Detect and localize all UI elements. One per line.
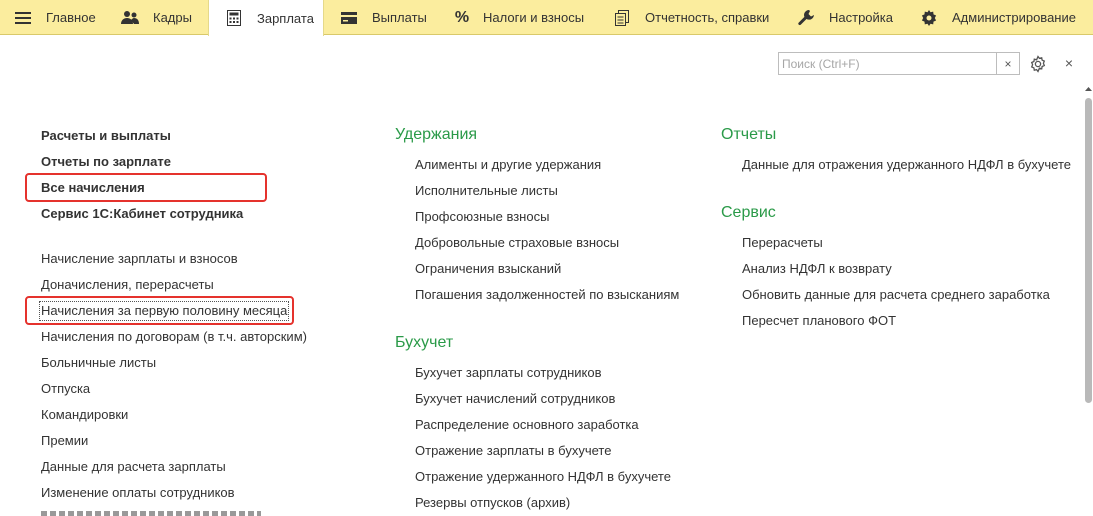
link-vacation-reserves[interactable]: Резервы отпусков (архив)	[415, 495, 570, 511]
menu-item-reports[interactable]: Отчетность, справки	[613, 0, 769, 35]
menu-item-label: Кадры	[153, 10, 192, 25]
section-title-service: Сервис	[721, 204, 776, 221]
search-box: ×	[778, 52, 1020, 75]
link-earnings-distribution[interactable]: Распределение основного заработка	[415, 417, 639, 433]
menu-item-main[interactable]: Главное	[14, 0, 96, 35]
link-vacations[interactable]: Отпуска	[41, 381, 90, 397]
section-title-accounting: Бухучет	[395, 334, 454, 351]
menu-item-settings[interactable]: Настройка	[797, 0, 893, 35]
wrench-icon	[797, 9, 815, 27]
menu-item-label: Отчетность, справки	[645, 10, 770, 25]
link-salary-data[interactable]: Данные для расчета зарплаты	[41, 459, 226, 475]
menu-item-admin[interactable]: Администрирование	[920, 0, 1076, 35]
link-salary-accrual[interactable]: Начисление зарплаты и взносов	[41, 251, 238, 267]
link-writs-of-execution[interactable]: Исполнительные листы	[415, 183, 558, 199]
close-button[interactable]: ×	[1062, 55, 1076, 71]
menu-item-salary[interactable]: Зарплата	[208, 0, 324, 36]
link-alimony[interactable]: Алименты и другие удержания	[415, 157, 601, 173]
menu-item-taxes[interactable]: % Налоги и взносы	[453, 0, 584, 35]
wallet-icon	[340, 9, 358, 27]
link-salary-reflection[interactable]: Отражение зарплаты в бухучете	[415, 443, 611, 459]
link-accruals-accounting[interactable]: Бухучет начислений сотрудников	[415, 391, 615, 407]
link-salary-accounting[interactable]: Бухучет зарплаты сотрудников	[415, 365, 601, 381]
menu-item-label: Настройка	[829, 10, 893, 25]
link-calculations-payments[interactable]: Расчеты и выплаты	[41, 128, 171, 144]
calculator-icon	[225, 9, 243, 27]
menu-item-payments[interactable]: Выплаты	[340, 0, 427, 35]
menu-item-staff[interactable]: Кадры	[121, 0, 192, 35]
percent-icon: %	[454, 8, 470, 26]
search-input[interactable]	[779, 53, 1003, 74]
menu-item-label: Выплаты	[372, 10, 427, 25]
settings-gear-button[interactable]	[1029, 55, 1047, 73]
gear-icon	[1030, 55, 1046, 73]
people-icon	[121, 9, 139, 27]
link-bonuses[interactable]: Премии	[41, 433, 88, 449]
link-planned-payroll-recalc[interactable]: Пересчет планового ФОТ	[742, 313, 896, 329]
link-debt-repayments[interactable]: Погашения задолженностей по взысканиям	[415, 287, 679, 303]
link-ndfl-reflection[interactable]: Отражение удержанного НДФЛ в бухучете	[415, 469, 671, 485]
link-salary-reports[interactable]: Отчеты по зарплате	[41, 154, 171, 170]
cut-off-list-item	[41, 511, 261, 516]
scrollbar-thumb[interactable]	[1085, 98, 1092, 403]
documents-icon	[613, 9, 631, 27]
search-clear-button[interactable]: ×	[996, 53, 1019, 74]
menu-item-label: Налоги и взносы	[483, 10, 585, 25]
link-union-fees[interactable]: Профсоюзные взносы	[415, 209, 549, 225]
section-title-deductions: Удержания	[395, 126, 478, 143]
gear-icon	[920, 9, 938, 27]
link-additional-accruals[interactable]: Доначисления, перерасчеты	[41, 277, 214, 293]
link-contract-accruals[interactable]: Начисления по договорам (в т.ч. авторски…	[41, 329, 307, 345]
scroll-up-arrow-icon[interactable]	[1084, 84, 1093, 94]
link-pay-changes[interactable]: Изменение оплаты сотрудников	[41, 485, 235, 501]
link-ndfl-refund-analysis[interactable]: Анализ НДФЛ к возврату	[742, 261, 892, 277]
hamburger-icon	[14, 9, 32, 27]
link-update-average-earnings[interactable]: Обновить данные для расчета среднего зар…	[742, 287, 1050, 303]
section-title-reports: Отчеты	[721, 126, 777, 143]
highlight-frame-all-accruals	[25, 173, 267, 202]
link-ndfl-reflection-data[interactable]: Данные для отражения удержанного НДФЛ в …	[742, 157, 1071, 173]
link-employee-cabinet-service[interactable]: Сервис 1С:Кабинет сотрудника	[41, 206, 243, 222]
menu-item-label: Зарплата	[257, 10, 314, 26]
link-voluntary-insurance[interactable]: Добровольные страховые взносы	[415, 235, 619, 251]
section-menubar: Главное Кадры Зарплата Выплаты % Налоги …	[0, 0, 1093, 36]
menu-item-label: Администрирование	[952, 10, 1076, 25]
link-recalculations[interactable]: Перерасчеты	[742, 235, 823, 251]
menu-item-label: Главное	[46, 10, 96, 25]
link-sick-leaves[interactable]: Больничные листы	[41, 355, 156, 371]
highlight-frame-first-half-month	[25, 296, 294, 325]
link-business-trips[interactable]: Командировки	[41, 407, 128, 423]
link-recovery-limits[interactable]: Ограничения взысканий	[415, 261, 561, 277]
